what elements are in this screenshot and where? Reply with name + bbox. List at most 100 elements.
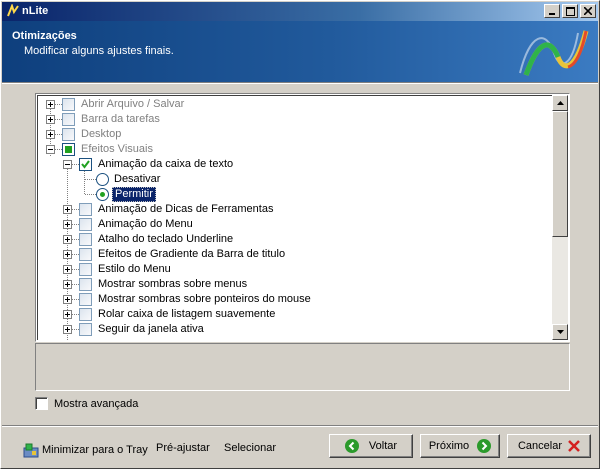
arrow-down-icon <box>556 330 564 334</box>
minimize-tray-button[interactable]: Minimizar para o Tray <box>23 442 148 458</box>
expand-icon[interactable] <box>63 280 72 289</box>
checkbox-icon[interactable] <box>79 263 92 276</box>
cancel-label: Cancelar <box>517 440 563 452</box>
title-bar[interactable]: nLite <box>2 2 598 21</box>
preset-label: Pré-ajustar <box>156 442 210 454</box>
checkbox-icon[interactable] <box>62 98 75 111</box>
page-title: Otimizações <box>12 30 77 42</box>
checkbox-icon[interactable] <box>79 293 92 306</box>
back-button[interactable]: Voltar <box>329 434 413 458</box>
header-divider <box>2 82 598 84</box>
select-button[interactable]: Selecionar <box>224 442 276 454</box>
expand-icon[interactable] <box>63 205 72 214</box>
collapse-icon[interactable] <box>46 145 55 154</box>
nlite-window: nLite Otimizações Modificar alguns ajust… <box>0 0 600 469</box>
tree-item-efeitos-visuais[interactable]: Efeitos Visuais <box>46 142 155 157</box>
arrow-right-icon <box>477 439 492 453</box>
preset-button[interactable]: Pré-ajustar <box>156 442 210 454</box>
tree-item-gradiente-titulo[interactable]: Efeitos de Gradiente da Barra de titulo <box>63 247 287 262</box>
footer-divider <box>2 425 598 427</box>
tree-item-label: Mostrar sombras sobre menus <box>98 278 248 290</box>
scroll-up-button[interactable] <box>552 95 568 111</box>
tree-item-label: Desativar <box>114 173 161 185</box>
page-subtitle: Modificar alguns ajustes finais. <box>24 45 174 57</box>
tree-item-desativar[interactable]: Desativar <box>85 172 162 187</box>
expand-icon[interactable] <box>63 265 72 274</box>
tree-item-rolar-listagem[interactable]: Rolar caixa de listagem suavemente <box>63 307 277 322</box>
back-label: Voltar <box>368 440 398 452</box>
cancel-x-icon <box>568 440 580 452</box>
tree-item-animacao-menu[interactable]: Animação do Menu <box>63 217 195 232</box>
expand-icon[interactable] <box>46 115 55 124</box>
nlite-app-icon <box>7 4 19 17</box>
advanced-label: Mostra avançada <box>54 397 139 410</box>
tree-scrollbar[interactable] <box>552 95 568 340</box>
select-label: Selecionar <box>224 442 276 454</box>
checkbox-icon[interactable] <box>79 233 92 246</box>
expand-icon[interactable] <box>46 130 55 139</box>
scroll-thumb[interactable] <box>552 111 568 237</box>
expand-icon[interactable] <box>63 325 72 334</box>
tree-item-sombras-ponteiros[interactable]: Mostrar sombras sobre ponteiros do mouse <box>63 292 313 307</box>
checkbox-icon[interactable] <box>79 203 92 216</box>
options-tree[interactable]: Abrir Arquivo / Salvar Barra da tarefas … <box>35 93 570 342</box>
tree-item-label: Seguir da janela ativa <box>98 323 204 335</box>
page-header: Otimizações Modificar alguns ajustes fin… <box>2 21 598 82</box>
tree-item-label: Efeitos de Gradiente da Barra de titulo <box>98 248 286 260</box>
tree-item-atalho-underline[interactable]: Atalho do teclado Underline <box>63 232 235 247</box>
minimize-icon <box>549 13 555 15</box>
advanced-checkbox[interactable] <box>35 397 48 410</box>
tree-item-dicas-ferramentas[interactable]: Animação de Dicas de Ferramentas <box>63 202 275 217</box>
partial-checkbox-icon[interactable] <box>62 143 75 156</box>
tree-item-label: Efeitos Visuais <box>81 143 153 155</box>
tray-icon <box>23 443 39 458</box>
close-icon <box>584 7 592 15</box>
tree-item-abrir-arquivo[interactable]: Abrir Arquivo / Salvar <box>46 97 186 112</box>
tree-item-label: Permitir <box>112 187 156 202</box>
checkbox-icon[interactable] <box>62 128 75 141</box>
expand-icon[interactable] <box>63 310 72 319</box>
checked-checkbox-icon[interactable] <box>79 158 92 171</box>
arrow-up-icon <box>556 101 564 105</box>
checkbox-icon[interactable] <box>79 278 92 291</box>
tree-item-label: Animação da caixa de texto <box>98 158 234 170</box>
expand-icon[interactable] <box>63 250 72 259</box>
next-button[interactable]: Próximo <box>420 434 500 458</box>
tree-item-label: Atalho do teclado Underline <box>98 233 234 245</box>
tree-item-animacao-caixa-texto[interactable]: Animação da caixa de texto <box>63 157 235 172</box>
scroll-down-button[interactable] <box>552 324 568 340</box>
tree-item-barra-tarefas[interactable]: Barra da tarefas <box>46 112 162 127</box>
expand-icon[interactable] <box>46 100 55 109</box>
checkbox-icon[interactable] <box>62 113 75 126</box>
collapse-icon[interactable] <box>63 160 72 169</box>
tree-item-label: Animação de Dicas de Ferramentas <box>98 203 274 215</box>
expand-icon[interactable] <box>63 235 72 244</box>
tree-item-seguir-janela[interactable]: Seguir da janela ativa <box>63 322 206 337</box>
maximize-button[interactable] <box>562 4 578 18</box>
window-controls <box>542 4 596 18</box>
tree-item-desktop[interactable]: Desktop <box>46 127 123 142</box>
tree-item-sombras-menus[interactable]: Mostrar sombras sobre menus <box>63 277 249 292</box>
radio-icon[interactable] <box>96 173 109 186</box>
tree-content: Abrir Arquivo / Salvar Barra da tarefas … <box>37 95 552 340</box>
expand-icon[interactable] <box>63 295 72 304</box>
window-title: nLite <box>22 5 49 17</box>
description-panel <box>35 343 570 391</box>
cancel-button[interactable]: Cancelar <box>507 434 591 458</box>
tree-item-estilo-menu[interactable]: Estilo do Menu <box>63 262 173 277</box>
close-window-button[interactable] <box>580 4 596 18</box>
arrow-left-icon <box>344 439 359 453</box>
expand-icon[interactable] <box>63 220 72 229</box>
radio-selected-icon[interactable] <box>96 188 109 201</box>
checkbox-icon[interactable] <box>79 218 92 231</box>
next-label: Próximo <box>428 440 470 452</box>
checkbox-icon[interactable] <box>79 248 92 261</box>
advanced-option[interactable]: Mostra avançada <box>35 397 138 410</box>
minimize-button[interactable] <box>544 4 560 18</box>
tree-item-permitir[interactable]: Permitir <box>85 187 156 202</box>
tree-item-label: Rolar caixa de listagem suavemente <box>98 308 276 320</box>
checkbox-icon[interactable] <box>79 323 92 336</box>
checkbox-icon[interactable] <box>79 308 92 321</box>
tree-item-label: Abrir Arquivo / Salvar <box>81 98 185 110</box>
nlite-logo-icon <box>519 30 589 76</box>
